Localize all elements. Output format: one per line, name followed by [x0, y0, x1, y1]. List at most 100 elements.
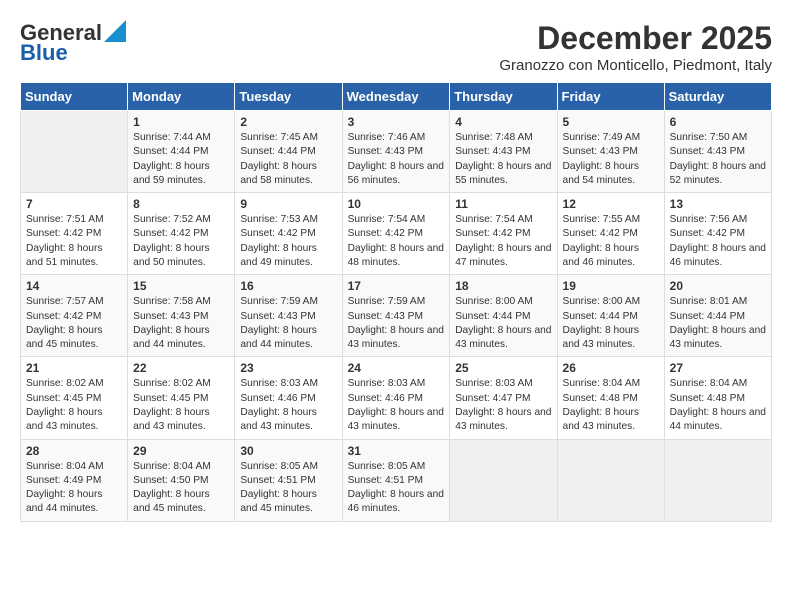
sunrise: Sunrise: 7:59 AM — [348, 296, 426, 307]
day-number: 24 — [348, 361, 445, 375]
sunrise: Sunrise: 7:59 AM — [240, 296, 318, 307]
day-number: 15 — [133, 279, 229, 293]
sunrise: Sunrise: 7:44 AM — [133, 132, 211, 143]
calendar-cell: 8 Sunrise: 7:52 AM Sunset: 4:42 PM Dayli… — [128, 193, 235, 275]
day-number: 18 — [455, 279, 551, 293]
day-number: 7 — [26, 197, 122, 211]
day-number: 23 — [240, 361, 336, 375]
cell-content: Sunrise: 7:56 AM Sunset: 4:42 PM Dayligh… — [670, 213, 766, 270]
calendar-cell: 2 Sunrise: 7:45 AM Sunset: 4:44 PM Dayli… — [235, 111, 342, 193]
sunset: Sunset: 4:44 PM — [133, 146, 208, 157]
sunrise: Sunrise: 8:03 AM — [240, 378, 318, 389]
day-number: 9 — [240, 197, 336, 211]
sunset: Sunset: 4:42 PM — [240, 228, 315, 239]
day-number: 28 — [26, 444, 122, 458]
calendar-cell: 23 Sunrise: 8:03 AM Sunset: 4:46 PM Dayl… — [235, 357, 342, 439]
header-friday: Friday — [557, 83, 664, 111]
sunset: Sunset: 4:46 PM — [240, 393, 315, 404]
calendar-cell: 16 Sunrise: 7:59 AM Sunset: 4:43 PM Dayl… — [235, 275, 342, 357]
daylight: Daylight: 8 hours and 45 minutes. — [26, 325, 102, 350]
calendar-cell: 21 Sunrise: 8:02 AM Sunset: 4:45 PM Dayl… — [21, 357, 128, 439]
day-number: 5 — [563, 115, 659, 129]
sunset: Sunset: 4:42 PM — [563, 228, 638, 239]
calendar-cell: 1 Sunrise: 7:44 AM Sunset: 4:44 PM Dayli… — [128, 111, 235, 193]
daylight: Daylight: 8 hours and 46 minutes. — [670, 243, 766, 268]
calendar-title: December 2025 — [499, 20, 772, 57]
sunset: Sunset: 4:48 PM — [670, 393, 745, 404]
day-number: 2 — [240, 115, 336, 129]
calendar-cell: 28 Sunrise: 8:04 AM Sunset: 4:49 PM Dayl… — [21, 439, 128, 521]
sunset: Sunset: 4:43 PM — [348, 146, 423, 157]
cell-content: Sunrise: 8:04 AM Sunset: 4:49 PM Dayligh… — [26, 460, 122, 517]
cell-content: Sunrise: 8:04 AM Sunset: 4:50 PM Dayligh… — [133, 460, 229, 517]
daylight: Daylight: 8 hours and 43 minutes. — [348, 325, 444, 350]
sunrise: Sunrise: 8:03 AM — [455, 378, 533, 389]
sunset: Sunset: 4:43 PM — [348, 311, 423, 322]
calendar-cell: 20 Sunrise: 8:01 AM Sunset: 4:44 PM Dayl… — [664, 275, 771, 357]
calendar-cell — [450, 439, 557, 521]
cell-content: Sunrise: 7:59 AM Sunset: 4:43 PM Dayligh… — [240, 295, 336, 352]
day-number: 1 — [133, 115, 229, 129]
calendar-table: SundayMondayTuesdayWednesdayThursdayFrid… — [20, 82, 772, 522]
sunrise: Sunrise: 8:00 AM — [563, 296, 641, 307]
header-monday: Monday — [128, 83, 235, 111]
calendar-week-2: 7 Sunrise: 7:51 AM Sunset: 4:42 PM Dayli… — [21, 193, 772, 275]
cell-content: Sunrise: 7:51 AM Sunset: 4:42 PM Dayligh… — [26, 213, 122, 270]
cell-content: Sunrise: 8:01 AM Sunset: 4:44 PM Dayligh… — [670, 295, 766, 352]
sunrise: Sunrise: 7:56 AM — [670, 214, 748, 225]
cell-content: Sunrise: 8:05 AM Sunset: 4:51 PM Dayligh… — [240, 460, 336, 517]
sunrise: Sunrise: 7:54 AM — [455, 214, 533, 225]
calendar-header-row: SundayMondayTuesdayWednesdayThursdayFrid… — [21, 83, 772, 111]
daylight: Daylight: 8 hours and 43 minutes. — [670, 325, 766, 350]
cell-content: Sunrise: 8:03 AM Sunset: 4:47 PM Dayligh… — [455, 377, 551, 434]
cell-content: Sunrise: 7:55 AM Sunset: 4:42 PM Dayligh… — [563, 213, 659, 270]
day-number: 17 — [348, 279, 445, 293]
sunrise: Sunrise: 7:54 AM — [348, 214, 426, 225]
daylight: Daylight: 8 hours and 43 minutes. — [133, 407, 209, 432]
calendar-cell: 18 Sunrise: 8:00 AM Sunset: 4:44 PM Dayl… — [450, 275, 557, 357]
cell-content: Sunrise: 7:52 AM Sunset: 4:42 PM Dayligh… — [133, 213, 229, 270]
calendar-week-1: 1 Sunrise: 7:44 AM Sunset: 4:44 PM Dayli… — [21, 111, 772, 193]
sunset: Sunset: 4:47 PM — [455, 393, 530, 404]
calendar-cell: 13 Sunrise: 7:56 AM Sunset: 4:42 PM Dayl… — [664, 193, 771, 275]
cell-content: Sunrise: 7:45 AM Sunset: 4:44 PM Dayligh… — [240, 131, 336, 188]
calendar-cell — [664, 439, 771, 521]
calendar-cell: 7 Sunrise: 7:51 AM Sunset: 4:42 PM Dayli… — [21, 193, 128, 275]
daylight: Daylight: 8 hours and 46 minutes. — [348, 489, 444, 514]
daylight: Daylight: 8 hours and 44 minutes. — [670, 407, 766, 432]
sunset: Sunset: 4:51 PM — [240, 475, 315, 486]
cell-content: Sunrise: 7:46 AM Sunset: 4:43 PM Dayligh… — [348, 131, 445, 188]
day-number: 13 — [670, 197, 766, 211]
sunset: Sunset: 4:48 PM — [563, 393, 638, 404]
title-block: December 2025 Granozzo con Monticello, P… — [499, 20, 772, 74]
day-number: 6 — [670, 115, 766, 129]
cell-content: Sunrise: 8:02 AM Sunset: 4:45 PM Dayligh… — [133, 377, 229, 434]
cell-content: Sunrise: 8:05 AM Sunset: 4:51 PM Dayligh… — [348, 460, 445, 517]
sunrise: Sunrise: 7:52 AM — [133, 214, 211, 225]
sunset: Sunset: 4:45 PM — [26, 393, 101, 404]
sunset: Sunset: 4:49 PM — [26, 475, 101, 486]
cell-content: Sunrise: 7:44 AM Sunset: 4:44 PM Dayligh… — [133, 131, 229, 188]
daylight: Daylight: 8 hours and 47 minutes. — [455, 243, 551, 268]
day-number: 12 — [563, 197, 659, 211]
sunset: Sunset: 4:46 PM — [348, 393, 423, 404]
calendar-cell: 4 Sunrise: 7:48 AM Sunset: 4:43 PM Dayli… — [450, 111, 557, 193]
calendar-cell: 15 Sunrise: 7:58 AM Sunset: 4:43 PM Dayl… — [128, 275, 235, 357]
cell-content: Sunrise: 7:57 AM Sunset: 4:42 PM Dayligh… — [26, 295, 122, 352]
cell-content: Sunrise: 8:02 AM Sunset: 4:45 PM Dayligh… — [26, 377, 122, 434]
header-sunday: Sunday — [21, 83, 128, 111]
day-number: 20 — [670, 279, 766, 293]
sunrise: Sunrise: 8:05 AM — [348, 461, 426, 472]
sunrise: Sunrise: 7:45 AM — [240, 132, 318, 143]
daylight: Daylight: 8 hours and 43 minutes. — [563, 407, 639, 432]
daylight: Daylight: 8 hours and 43 minutes. — [240, 407, 316, 432]
daylight: Daylight: 8 hours and 43 minutes. — [563, 325, 639, 350]
calendar-week-3: 14 Sunrise: 7:57 AM Sunset: 4:42 PM Dayl… — [21, 275, 772, 357]
sunset: Sunset: 4:51 PM — [348, 475, 423, 486]
daylight: Daylight: 8 hours and 51 minutes. — [26, 243, 102, 268]
calendar-cell — [557, 439, 664, 521]
daylight: Daylight: 8 hours and 55 minutes. — [455, 161, 551, 186]
day-number: 25 — [455, 361, 551, 375]
sunrise: Sunrise: 7:57 AM — [26, 296, 104, 307]
sunset: Sunset: 4:44 PM — [240, 146, 315, 157]
